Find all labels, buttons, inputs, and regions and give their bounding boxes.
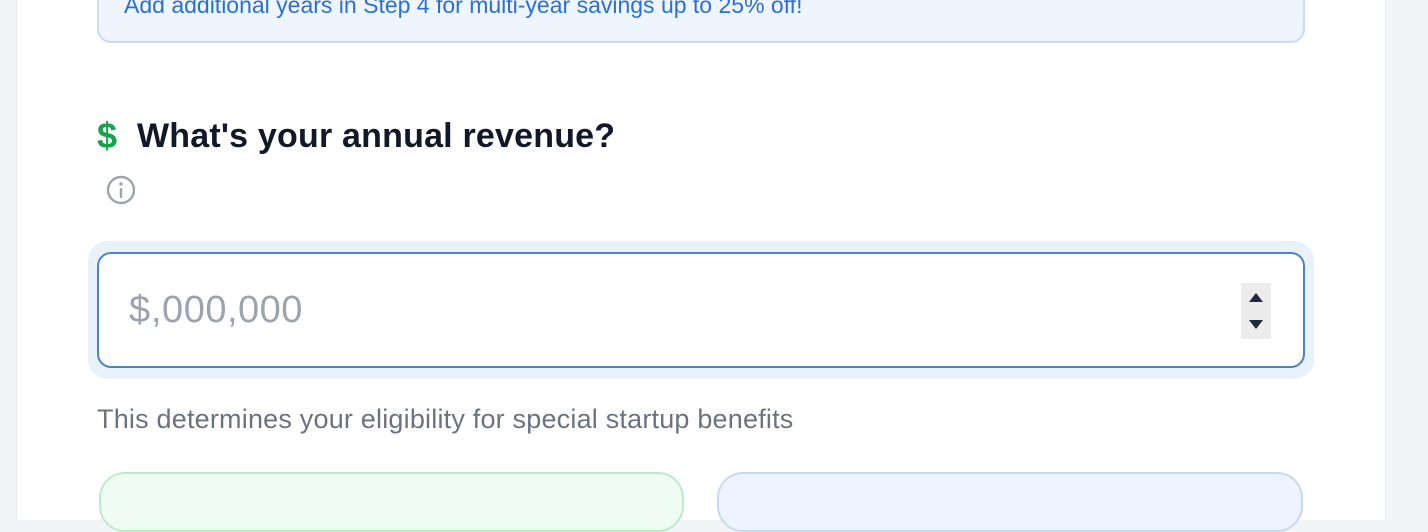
number-spinner[interactable]: [1241, 283, 1271, 339]
startup-option-card[interactable]: [99, 472, 684, 532]
enterprise-option-card[interactable]: [717, 472, 1303, 532]
annual-revenue-input[interactable]: $ ,000,000: [97, 252, 1305, 368]
revenue-question-heading: $ What's your annual revenue?: [97, 114, 615, 158]
question-title: What's your annual revenue?: [137, 116, 616, 155]
currency-prefix: $: [129, 289, 151, 331]
dollar-sign-icon: $: [97, 115, 118, 156]
spinner-down-arrow-icon[interactable]: [1249, 320, 1263, 329]
eligibility-helper-text: This determines your eligibility for spe…: [97, 404, 794, 434]
spinner-up-arrow-icon[interactable]: [1249, 293, 1263, 302]
banner-text: Add additional years in Step 4 for multi…: [124, 0, 803, 18]
info-circle-icon[interactable]: [105, 174, 137, 206]
revenue-placeholder: ,000,000: [151, 289, 303, 331]
multi-year-savings-banner: Add additional years in Step 4 for multi…: [97, 0, 1305, 43]
